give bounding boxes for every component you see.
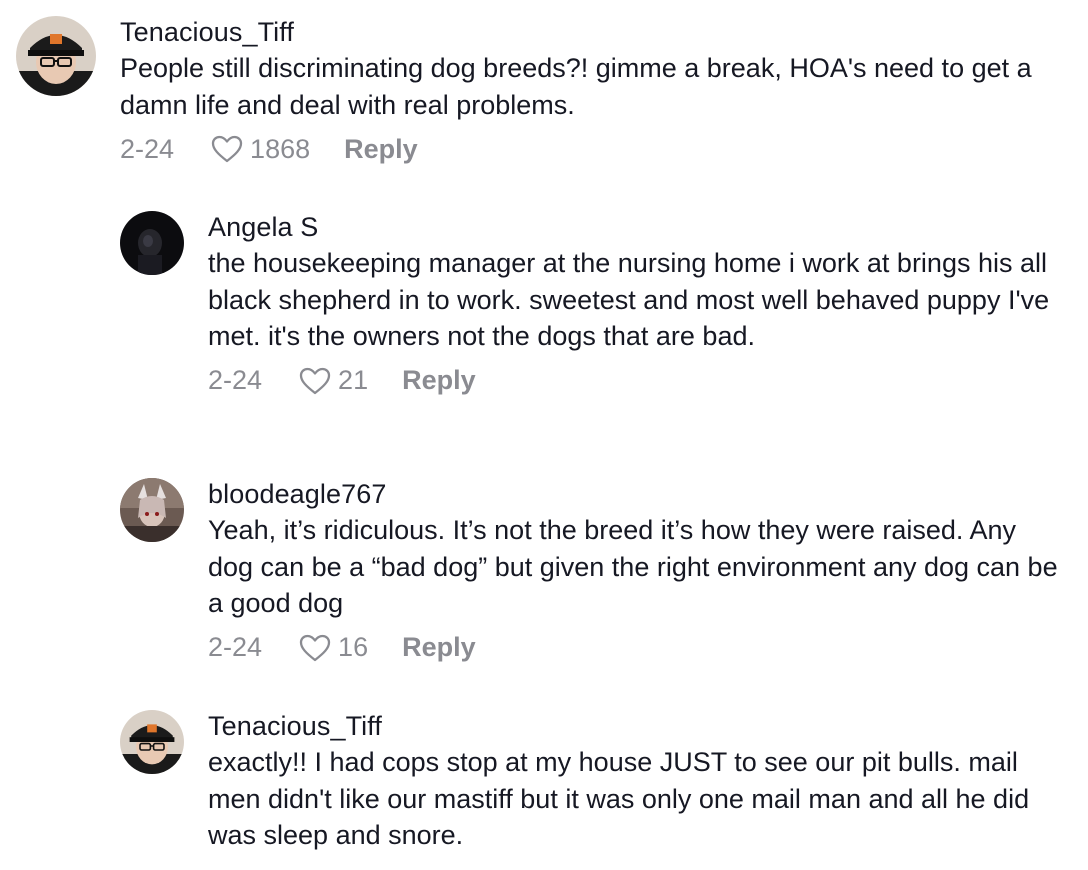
comment-date: 2-24	[208, 365, 263, 395]
user-avatar-icon	[16, 16, 96, 96]
like-count: 16	[338, 632, 369, 662]
comment-text: Yeah, it’s ridiculous. It’s not the bree…	[208, 515, 1058, 618]
avatar[interactable]	[16, 16, 96, 96]
heart-icon	[299, 367, 331, 394]
reply-comment-item: bloodeagle767 Yeah, it’s ridiculous. It’…	[120, 478, 1068, 668]
like-count: 1868	[250, 133, 311, 164]
comment-text: the housekeeping manager at the nursing …	[208, 248, 1050, 351]
comment-meta: 2-24 21 Reply	[208, 361, 1068, 401]
heart-icon	[211, 135, 243, 163]
user-avatar-icon	[120, 710, 184, 774]
username[interactable]: Tenacious_Tiff	[208, 710, 1068, 742]
comment-text: People still discriminating dog breeds?!…	[120, 53, 1032, 120]
avatar[interactable]	[120, 211, 184, 275]
like-count: 21	[338, 365, 369, 395]
avatar[interactable]	[120, 478, 184, 542]
reply-button[interactable]: Reply	[402, 632, 476, 663]
like-button[interactable]: 1868	[210, 134, 310, 165]
reply-button[interactable]: Reply	[344, 134, 418, 165]
user-avatar-icon	[120, 478, 184, 542]
comment-item: Tenacious_Tiff People still discriminati…	[16, 16, 1060, 169]
username[interactable]: Angela S	[208, 211, 1068, 243]
comment-meta: 2-24 16 Reply	[208, 628, 1068, 668]
reply-button[interactable]: Reply	[402, 365, 476, 396]
comment-text: exactly!! I had cops stop at my house JU…	[208, 747, 1030, 850]
comment-date: 2-24	[120, 133, 175, 164]
comment-date: 2-24	[208, 632, 263, 662]
reply-comment-item: Angela S the housekeeping manager at the…	[120, 211, 1068, 401]
comment-meta: 2-24 1868 Reply	[120, 129, 1060, 169]
avatar[interactable]	[120, 710, 184, 774]
like-button[interactable]: 16	[298, 632, 368, 663]
like-button[interactable]: 21	[298, 365, 368, 396]
username[interactable]: Tenacious_Tiff	[120, 16, 1060, 48]
heart-icon	[299, 634, 331, 661]
username[interactable]: bloodeagle767	[208, 478, 1068, 510]
reply-comment-item: Tenacious_Tiff exactly!! I had cops stop…	[120, 710, 1068, 854]
user-avatar-icon	[120, 211, 184, 275]
